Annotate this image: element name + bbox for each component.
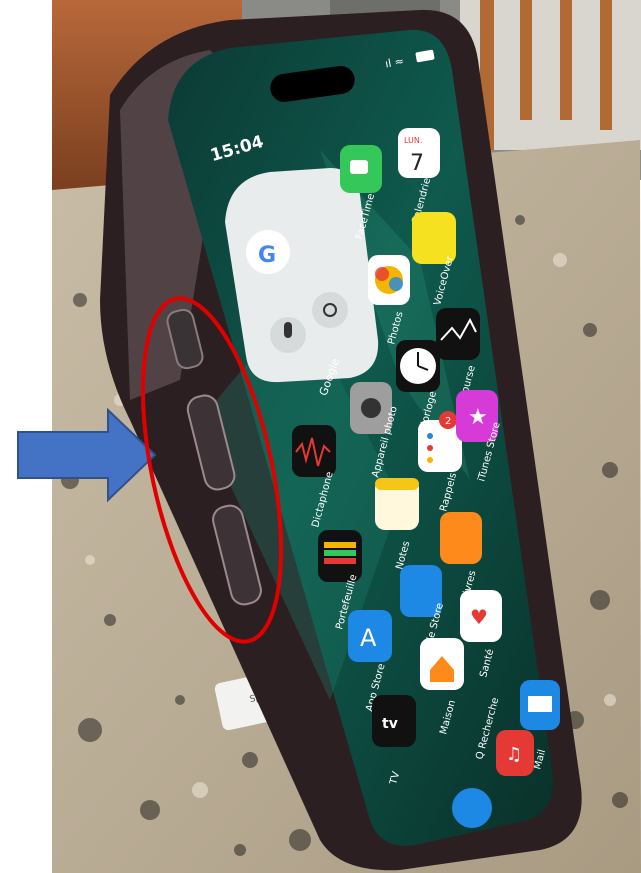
dock-safari[interactable] xyxy=(452,788,492,828)
svg-text:LUN.: LUN. xyxy=(404,136,422,145)
svg-text:tv: tv xyxy=(382,716,398,732)
svg-text:★: ★ xyxy=(468,405,488,430)
svg-text:7: 7 xyxy=(410,151,424,176)
svg-text:A: A xyxy=(360,624,377,652)
dock-music[interactable]: ♫ xyxy=(496,730,534,776)
google-letter: G xyxy=(258,243,276,268)
google-widget[interactable]: G Google xyxy=(225,168,379,398)
svg-text:♫: ♫ xyxy=(506,744,522,765)
svg-text:♥: ♥ xyxy=(470,605,488,629)
lens-icon xyxy=(312,292,348,328)
phone-photo: Spigo 15:04 ıl ≈ G Google FaceT xyxy=(52,0,641,873)
svg-text:2: 2 xyxy=(445,416,451,427)
